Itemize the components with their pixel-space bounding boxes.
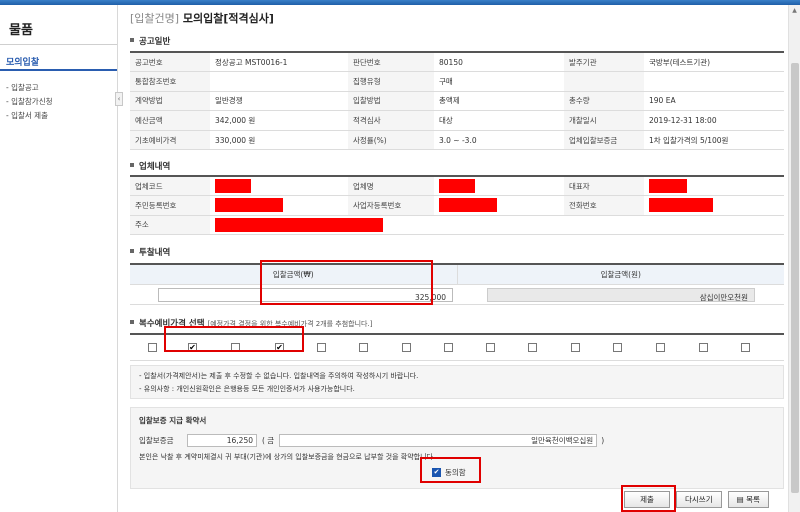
notice-value: 국방부(테스트기관) [644, 51, 784, 73]
notice-value: 342,000 원 [210, 110, 348, 131]
notice-label: 계약방법 [130, 90, 210, 112]
page-category: [입찰건명] [130, 12, 180, 25]
multi-price-checkbox[interactable] [699, 343, 708, 352]
list-icon: ▤ [736, 495, 747, 504]
notice-table: 공고번호 정상공고 MST0016-1 판단번호 80150 발주기관 국방부(테스트기관… [130, 51, 784, 151]
notice-line-1: - 입찰서(가격제안서)는 제출 후 수정할 수 없습니다. 입찰내역을 주의하… [139, 372, 419, 380]
bid-hangul-label: 입찰금액(원) [457, 265, 784, 284]
phone-label: 전화번호 [564, 195, 644, 216]
multi-price-checkbox[interactable] [528, 343, 537, 352]
notice-value: 80150 [434, 51, 564, 73]
company-code-redacted [215, 179, 251, 194]
notice-label: 입찰방법 [348, 90, 434, 112]
notice-value [210, 71, 348, 92]
notice-line-2: - 유의사항 : 개인신원확인은 은행용등 모든 개인인증서가 사용가능합니다. [139, 385, 355, 393]
multi-price-checkbox[interactable] [656, 343, 665, 352]
notice-label: 집행유형 [348, 71, 434, 92]
sidebar-item-bid-notice[interactable]: - 입찰공고 [6, 81, 117, 95]
guarantee-row: 입찰보증금 16,250 ( 금 일만육천이백오십원 ) [139, 434, 604, 447]
company-name-label: 업체명 [348, 175, 434, 197]
notice-label: 기초예비가격 [130, 129, 210, 151]
company-table: 업체코드 업체명 대표자 주민등록번호 사업자등록번호 전화번호 주소 [130, 175, 784, 236]
section-company-heading: 업체내역 [130, 160, 170, 172]
multi-price-checkbox[interactable] [444, 343, 453, 352]
notice-value: 구매 [434, 71, 564, 92]
highlight-checkboxes [164, 326, 304, 352]
sidebar-title: 물품 [0, 5, 117, 45]
notice-value: 총액제 [434, 90, 564, 112]
notice-label: 판단번호 [348, 51, 434, 73]
notice-label [564, 71, 644, 92]
highlight-bid-amount [260, 260, 433, 305]
list-button[interactable]: ▤ 목록 [727, 491, 769, 508]
multi-price-checkbox[interactable] [402, 343, 411, 352]
sidebar: 물품 모의입찰 - 입찰공고 - 입찰참가신청 - 입찰서 제출 [0, 5, 118, 512]
notice-label: 개찰일시 [564, 110, 644, 131]
main-content: [입찰건명] 모의입찰[적격심사] 공고일반 공고번호 정상공고 MST0016-… [124, 5, 786, 512]
company-code-label: 업체코드 [130, 175, 210, 197]
notice-value: 3.0 ~ -3.0 [434, 129, 564, 151]
business-number-label: 사업자등록번호 [348, 195, 434, 216]
multi-price-checkbox[interactable] [486, 343, 495, 352]
notice-label: 사정률(%) [348, 129, 434, 151]
guarantee-amount: 16,250 [187, 434, 257, 447]
notice-label: 업체입찰보증금 [564, 129, 644, 151]
notice-label: 발주기관 [564, 51, 644, 73]
rewrite-button[interactable]: 다시쓰기 [676, 491, 722, 508]
guarantee-paren-close: ) [601, 436, 605, 445]
multi-price-checkbox[interactable] [741, 343, 750, 352]
section-notice-heading: 공고일반 [130, 35, 170, 47]
notice-value: 일반경쟁 [210, 90, 348, 112]
list-button-label: 목록 [746, 495, 760, 504]
notice-value: 정상공고 MST0016-1 [210, 51, 348, 73]
notice-label: 적격심사 [348, 110, 434, 131]
guarantee-title: 입찰보증 지급 확약서 [139, 416, 207, 425]
guarantee-paren-open: ( 금 [262, 436, 275, 445]
multi-price-checkbox[interactable] [571, 343, 580, 352]
business-number-redacted [439, 198, 497, 213]
highlight-agree [420, 457, 481, 483]
phone-redacted [649, 198, 713, 213]
resident-number-label: 주민등록번호 [130, 195, 210, 216]
multi-price-checkbox[interactable] [359, 343, 368, 352]
multi-price-checkbox[interactable] [317, 343, 326, 352]
sidebar-list: - 입찰공고 - 입찰참가신청 - 입찰서 제출 [0, 81, 117, 123]
notice-value: 190 EA [644, 90, 784, 112]
notice-box: - 입찰서(가격제안서)는 제출 후 수정할 수 없습니다. 입찰내역을 주의하… [130, 365, 784, 399]
notice-label: 통합참조번호 [130, 71, 210, 92]
ceo-label: 대표자 [564, 175, 644, 197]
guarantee-hangul: 일만육천이백오십원 [279, 434, 598, 447]
notice-value: 330,000 원 [210, 129, 348, 151]
resident-number-redacted [215, 198, 283, 213]
notice-label: 예산금액 [130, 110, 210, 131]
company-name-redacted [439, 179, 475, 194]
sidebar-item-bid-apply[interactable]: - 입찰참가신청 [6, 95, 117, 109]
address-redacted [215, 217, 383, 232]
address-label: 주소 [130, 214, 210, 236]
sidebar-item-bid-submit[interactable]: - 입찰서 제출 [6, 109, 117, 123]
notice-value [644, 71, 784, 92]
notice-label: 공고번호 [130, 51, 210, 73]
multi-price-checkbox[interactable] [613, 343, 622, 352]
notice-value: 대상 [434, 110, 564, 131]
scrollbar[interactable]: ▲ [788, 5, 800, 512]
scroll-up-icon[interactable]: ▲ [789, 5, 800, 17]
ceo-redacted [649, 179, 687, 194]
sidebar-menu-mock-bid[interactable]: 모의입찰 [0, 51, 117, 71]
page-title: [입찰건명] 모의입찰[적격심사] [130, 10, 274, 26]
bid-amount-hangul: 삼십이만오천원 [487, 288, 755, 302]
notice-label: 총수량 [564, 90, 644, 112]
multi-price-checkbox[interactable] [148, 343, 157, 352]
page-title-text: 모의입찰[적격심사] [182, 12, 274, 25]
guarantee-label: 입찰보증금 [139, 436, 174, 445]
scroll-thumb[interactable] [791, 63, 799, 493]
guarantee-statement: 본인은 낙찰 후 계약미체결시 귀 부대(기관)에 상가의 입찰보증금을 현금으… [139, 453, 436, 461]
bid-table: 입찰금액(₩) 입찰금액(원) 325,000 삼십이만오천원 [130, 263, 784, 305]
notice-value: 2019-12-31 18:00 [644, 110, 784, 131]
collapse-sidebar-icon[interactable]: ‹ [115, 92, 123, 106]
notice-value: 1차 입찰가격의 5/100원 [644, 129, 784, 151]
section-bid-heading: 투찰내역 [130, 246, 170, 258]
highlight-submit [621, 485, 676, 512]
